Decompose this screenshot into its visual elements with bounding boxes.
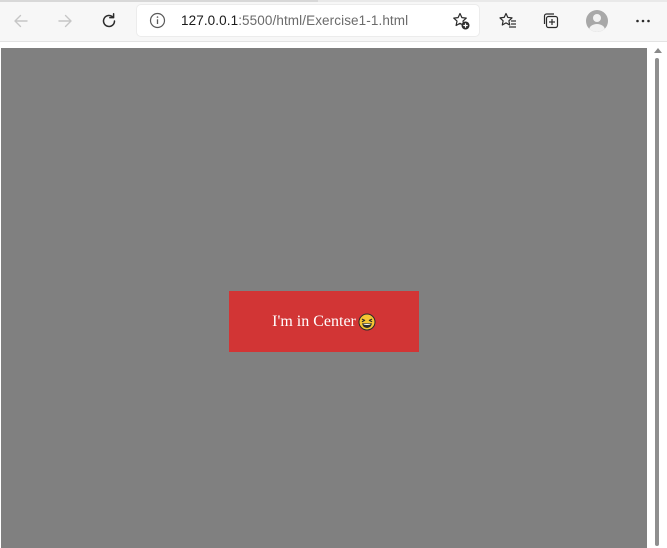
url-path: :5500/html/Exercise1-1.html: [238, 13, 409, 28]
arrow-right-icon: [58, 14, 72, 28]
arrow-left-icon: [14, 14, 28, 28]
centered-text-label: I'm in Center: [272, 312, 356, 330]
page-viewport: I'm in Center: [0, 42, 667, 548]
browser-toolbar: 127.0.0.1:5500/html/Exercise1-1.html: [0, 0, 667, 42]
collections-icon: [543, 13, 559, 29]
url-text[interactable]: 127.0.0.1:5500/html/Exercise1-1.html: [181, 13, 408, 28]
favorites-list-icon: [499, 12, 516, 28]
centered-text: I'm in Center: [272, 313, 376, 331]
reload-icon: [102, 13, 116, 28]
page-body: I'm in Center: [1, 48, 647, 548]
add-favorite-button[interactable]: [450, 10, 472, 32]
info-icon[interactable]: [149, 12, 166, 29]
url-host: 127.0.0.1: [181, 13, 239, 28]
profile-button[interactable]: [582, 6, 612, 36]
reload-button[interactable]: [94, 6, 124, 36]
vertical-scrollbar[interactable]: [647, 42, 667, 548]
tab-strip-edge: [0, 0, 667, 2]
centered-box: I'm in Center: [229, 291, 419, 352]
favorites-button[interactable]: [493, 6, 523, 36]
grinning-squinting-face-icon: [358, 313, 376, 330]
star-add-icon: [453, 12, 470, 30]
back-button[interactable]: [6, 6, 36, 36]
forward-button[interactable]: [50, 6, 80, 36]
ellipsis-icon: [636, 19, 650, 23]
profile-avatar-icon: [586, 10, 608, 32]
scroll-up-arrow-icon[interactable]: [654, 48, 662, 53]
more-button[interactable]: [628, 6, 658, 36]
address-bar[interactable]: 127.0.0.1:5500/html/Exercise1-1.html: [137, 5, 479, 36]
scrollbar-thumb[interactable]: [655, 58, 659, 546]
collections-button[interactable]: [536, 6, 566, 36]
